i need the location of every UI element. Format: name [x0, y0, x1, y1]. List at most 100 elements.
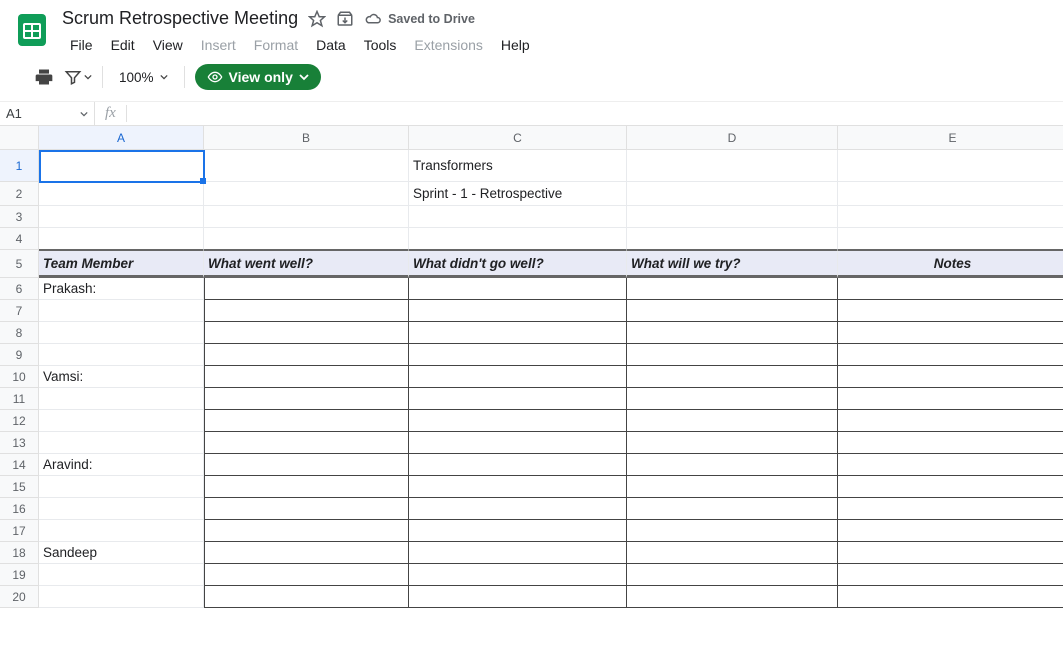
star-icon[interactable] — [308, 10, 326, 28]
cell[interactable]: Sprint - 1 - Retrospective — [409, 182, 627, 206]
cell[interactable] — [627, 366, 838, 388]
cell[interactable] — [204, 476, 409, 498]
cell[interactable] — [39, 388, 204, 410]
row-header[interactable]: 16 — [0, 498, 39, 520]
row-header[interactable]: 2 — [0, 182, 39, 206]
cell[interactable] — [204, 182, 409, 206]
row-header[interactable]: 8 — [0, 322, 39, 344]
cell[interactable] — [838, 322, 1063, 344]
cell[interactable] — [204, 542, 409, 564]
cell[interactable] — [409, 410, 627, 432]
cell[interactable] — [204, 498, 409, 520]
cell[interactable] — [627, 432, 838, 454]
cell[interactable] — [838, 476, 1063, 498]
column-header[interactable]: E — [838, 126, 1063, 150]
row-header[interactable]: 12 — [0, 410, 39, 432]
menu-data[interactable]: Data — [308, 33, 354, 57]
cell[interactable] — [204, 206, 409, 228]
cell[interactable] — [409, 388, 627, 410]
row-header[interactable]: 7 — [0, 300, 39, 322]
cell[interactable] — [627, 498, 838, 520]
cell[interactable] — [39, 228, 204, 250]
cell[interactable] — [39, 476, 204, 498]
cell[interactable] — [204, 410, 409, 432]
column-header[interactable]: C — [409, 126, 627, 150]
cell[interactable] — [627, 278, 838, 300]
cell[interactable] — [838, 228, 1063, 250]
cell[interactable] — [39, 520, 204, 542]
cell[interactable] — [204, 322, 409, 344]
cell[interactable] — [204, 366, 409, 388]
cell[interactable] — [204, 388, 409, 410]
cell[interactable] — [409, 366, 627, 388]
menu-tools[interactable]: Tools — [356, 33, 405, 57]
row-header[interactable]: 4 — [0, 228, 39, 250]
cell[interactable] — [838, 454, 1063, 476]
cell[interactable]: What didn't go well? — [409, 250, 627, 278]
cell[interactable] — [627, 542, 838, 564]
doc-title[interactable]: Scrum Retrospective Meeting — [62, 8, 298, 29]
cell[interactable] — [838, 278, 1063, 300]
cell[interactable] — [39, 150, 204, 182]
spreadsheet-grid[interactable]: ABCDE 1234567891011121314151617181920 Tr… — [0, 126, 1063, 646]
cell[interactable] — [838, 498, 1063, 520]
move-icon[interactable] — [336, 10, 354, 28]
cell[interactable] — [409, 564, 627, 586]
cell[interactable]: Prakash: — [39, 278, 204, 300]
cell[interactable] — [627, 586, 838, 608]
cell[interactable] — [838, 366, 1063, 388]
cell[interactable] — [409, 586, 627, 608]
cell[interactable] — [409, 278, 627, 300]
print-icon[interactable] — [30, 63, 58, 91]
cell[interactable] — [39, 182, 204, 206]
cell[interactable]: Team Member — [39, 250, 204, 278]
menu-edit[interactable]: Edit — [103, 33, 143, 57]
cell[interactable] — [39, 206, 204, 228]
cell[interactable] — [627, 344, 838, 366]
column-header[interactable]: D — [627, 126, 838, 150]
cell[interactable] — [204, 520, 409, 542]
name-box[interactable]: A1 — [0, 102, 95, 125]
menu-view[interactable]: View — [145, 33, 191, 57]
cell[interactable] — [838, 564, 1063, 586]
cell[interactable] — [409, 520, 627, 542]
cell[interactable] — [838, 206, 1063, 228]
cell[interactable] — [409, 206, 627, 228]
cell[interactable] — [409, 454, 627, 476]
cell[interactable] — [39, 498, 204, 520]
cell[interactable]: Vamsi: — [39, 366, 204, 388]
cell[interactable] — [204, 564, 409, 586]
cell[interactable] — [204, 150, 409, 182]
cell[interactable] — [838, 150, 1063, 182]
row-header[interactable]: 18 — [0, 542, 39, 564]
cell[interactable] — [627, 322, 838, 344]
cell[interactable] — [627, 476, 838, 498]
cell[interactable] — [409, 322, 627, 344]
cell[interactable] — [39, 344, 204, 366]
zoom-dropdown[interactable]: 100% — [113, 70, 174, 85]
cell[interactable] — [838, 432, 1063, 454]
row-header[interactable]: 1 — [0, 150, 39, 182]
cell[interactable] — [39, 322, 204, 344]
cell[interactable] — [627, 228, 838, 250]
cell[interactable] — [204, 432, 409, 454]
view-only-pill[interactable]: View only — [195, 64, 321, 90]
cell[interactable] — [838, 586, 1063, 608]
cell[interactable] — [204, 228, 409, 250]
column-header[interactable]: A — [39, 126, 204, 150]
row-header[interactable]: 11 — [0, 388, 39, 410]
cell[interactable]: Aravind: — [39, 454, 204, 476]
cell[interactable] — [409, 542, 627, 564]
row-header[interactable]: 6 — [0, 278, 39, 300]
row-header[interactable]: 5 — [0, 250, 39, 278]
cell[interactable] — [838, 520, 1063, 542]
cell[interactable] — [409, 498, 627, 520]
cell[interactable]: Sandeep — [39, 542, 204, 564]
cell[interactable] — [838, 388, 1063, 410]
row-header[interactable]: 13 — [0, 432, 39, 454]
row-header[interactable]: 3 — [0, 206, 39, 228]
row-header[interactable]: 10 — [0, 366, 39, 388]
select-all-corner[interactable] — [0, 126, 39, 150]
cell[interactable] — [627, 564, 838, 586]
column-header[interactable]: B — [204, 126, 409, 150]
